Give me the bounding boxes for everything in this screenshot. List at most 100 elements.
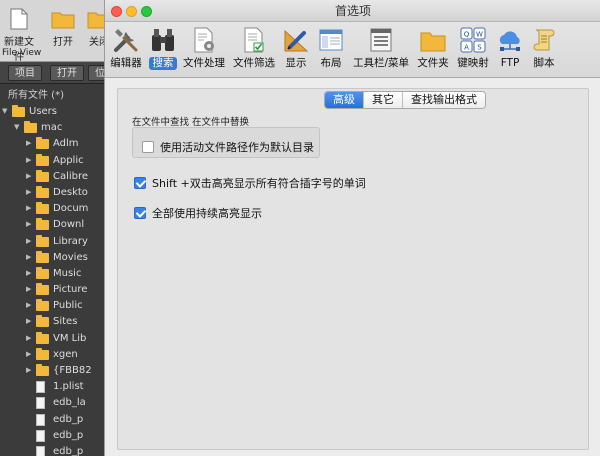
binoculars-icon bbox=[152, 29, 174, 51]
folder-icon bbox=[36, 202, 49, 215]
tree-folder-row[interactable]: ▶ Movies bbox=[0, 250, 118, 266]
tree-item-label: mac bbox=[41, 122, 63, 134]
file-icon bbox=[36, 429, 45, 442]
tree-folder-row[interactable]: ▶ Library bbox=[0, 234, 118, 250]
folder-icon bbox=[36, 153, 49, 166]
tree-item-label: edb_p bbox=[53, 445, 84, 456]
toolbar-item-ftp[interactable]: FTP bbox=[495, 26, 525, 76]
shift-double-click-option[interactable]: Shift +双击高亮显示所有符合插字号的单词 bbox=[134, 175, 366, 191]
disclosure-triangle-icon[interactable]: ▶ bbox=[26, 204, 31, 212]
toolbar-item-file-processing[interactable]: 文件处理 bbox=[181, 26, 227, 76]
file-icon bbox=[36, 445, 45, 456]
toolbar-item-editor[interactable]: 编辑器 bbox=[107, 26, 145, 76]
shift-double-click-checkbox[interactable] bbox=[134, 177, 146, 189]
folder-icon bbox=[36, 331, 49, 344]
toolbar-label-script: 脚本 bbox=[533, 57, 555, 69]
menu-list-icon bbox=[370, 28, 392, 52]
toolbar-item-folders[interactable]: 文件夹 bbox=[415, 26, 451, 76]
tree-folder-row[interactable]: ▶ xgen bbox=[0, 347, 118, 363]
all-files-filter[interactable]: 所有文件 (*) bbox=[0, 88, 118, 104]
tree-folder-row[interactable]: ▶ Public bbox=[0, 298, 118, 314]
use-active-path-checkbox[interactable] bbox=[142, 141, 154, 153]
folder-icon bbox=[36, 283, 49, 296]
disclosure-triangle-icon[interactable]: ▶ bbox=[26, 269, 31, 277]
disclosure-triangle-icon[interactable]: ▼ bbox=[14, 123, 19, 131]
tree-folder-row[interactable]: ▶ Downl bbox=[0, 217, 118, 233]
toolbar-item-search[interactable]: 搜索 bbox=[149, 26, 177, 76]
toolbar-label-ftp: FTP bbox=[500, 57, 520, 69]
tree-file-row[interactable]: 1.plist bbox=[0, 379, 118, 395]
disclosure-triangle-icon[interactable]: ▼ bbox=[2, 107, 7, 115]
disclosure-triangle-icon[interactable]: ▶ bbox=[26, 253, 31, 261]
open-folder-icon bbox=[51, 12, 75, 29]
title-bar: 首选项 bbox=[105, 0, 600, 22]
disclosure-triangle-icon[interactable]: ▶ bbox=[26, 366, 31, 374]
disclosure-triangle-icon[interactable]: ▶ bbox=[26, 301, 31, 309]
disclosure-triangle-icon[interactable]: ▶ bbox=[26, 220, 31, 228]
disclosure-triangle-icon[interactable]: ▶ bbox=[26, 139, 31, 147]
tree-folder-row[interactable]: ▶ Music bbox=[0, 266, 118, 282]
svg-text:W: W bbox=[476, 31, 483, 39]
tree-folder-row[interactable]: ▶ Applic bbox=[0, 153, 118, 169]
toolbar-label-editor: 编辑器 bbox=[110, 57, 142, 69]
search-preferences-panel: 高级 其它 查找输出格式 在文件中查找 在文件中替换 使用活动文件路径作为默认目… bbox=[117, 88, 589, 450]
tree-folder-row[interactable]: ▶ Calibre bbox=[0, 169, 118, 185]
persistent-highlight-checkbox[interactable] bbox=[134, 207, 146, 219]
tree-file-row[interactable]: edb_la bbox=[0, 395, 118, 411]
svg-text:A: A bbox=[464, 44, 469, 52]
tree-file-row[interactable]: edb_p bbox=[0, 412, 118, 428]
tree-folder-row[interactable]: ▶ VM Lib bbox=[0, 331, 118, 347]
segment-advanced[interactable]: 高级 bbox=[325, 92, 363, 108]
tab-open[interactable]: 打开 bbox=[50, 65, 84, 81]
tree-folder-row[interactable]: ▼ Users bbox=[0, 104, 118, 120]
tree-folder-row[interactable]: ▶ {FBB82 bbox=[0, 363, 118, 379]
disclosure-triangle-icon[interactable]: ▶ bbox=[26, 350, 31, 358]
tree-file-row[interactable]: edb_p bbox=[0, 428, 118, 444]
tree-folder-row[interactable]: ▶ Picture bbox=[0, 282, 118, 298]
tree-file-row[interactable]: edb_p bbox=[0, 444, 118, 456]
disclosure-triangle-icon[interactable]: ▶ bbox=[26, 156, 31, 164]
disclosure-triangle-icon[interactable]: ▶ bbox=[26, 334, 31, 342]
svg-text:S: S bbox=[477, 44, 482, 52]
disclosure-triangle-icon[interactable]: ▶ bbox=[26, 317, 31, 325]
tree-folder-row[interactable]: ▼ mac bbox=[0, 120, 118, 136]
tree-item-label: Deskto bbox=[53, 186, 88, 198]
tree-item-label: edb_p bbox=[53, 413, 84, 425]
tree-folder-row[interactable]: ▶ Deskto bbox=[0, 185, 118, 201]
tree-folder-row[interactable]: ▶ Docum bbox=[0, 201, 118, 217]
toolbar-item-keymap[interactable]: Q W A S 键映射 bbox=[455, 26, 491, 76]
tree-item-label: {FBB82 bbox=[53, 365, 92, 376]
tree-folder-row[interactable]: ▶ Adlm bbox=[0, 136, 118, 152]
segment-search-output-format[interactable]: 查找输出格式 bbox=[402, 92, 485, 108]
folder-icon bbox=[36, 137, 49, 150]
disclosure-triangle-icon[interactable]: ▶ bbox=[26, 172, 31, 180]
use-active-path-option[interactable]: 使用活动文件路径作为默认目录 bbox=[142, 139, 314, 155]
toolbar-item-layout[interactable]: 布局 bbox=[315, 26, 347, 76]
file-icon bbox=[36, 381, 45, 394]
tree-folder-row[interactable]: ▶ Sites bbox=[0, 314, 118, 330]
disclosure-triangle-icon[interactable]: ▶ bbox=[26, 285, 31, 293]
toolbar-label-folders: 文件夹 bbox=[417, 57, 449, 69]
open-button[interactable]: 打开 bbox=[46, 8, 80, 48]
tree-item-label: Adlm bbox=[53, 138, 79, 150]
toolbar-label-keymap: 键映射 bbox=[457, 57, 489, 69]
tab-project[interactable]: 项目 bbox=[8, 65, 42, 81]
disclosure-triangle-icon[interactable]: ▶ bbox=[26, 237, 31, 245]
toolbar-item-file-filter[interactable]: 文件筛选 bbox=[231, 26, 277, 76]
segment-other[interactable]: 其它 bbox=[363, 92, 402, 108]
disclosure-triangle-icon[interactable]: ▶ bbox=[26, 188, 31, 196]
persistent-highlight-option[interactable]: 全部使用持续高亮显示 bbox=[134, 205, 262, 221]
tree-item-label: Downl bbox=[53, 219, 85, 231]
toolbar-label-search: 搜索 bbox=[149, 57, 177, 70]
toolbar-label-toolbar-menu: 工具栏/菜单 bbox=[352, 57, 410, 69]
tree-item-label: Applic bbox=[53, 154, 84, 166]
tree-item-label: Sites bbox=[53, 316, 78, 328]
toolbar-item-toolbar-menu[interactable]: 工具栏/菜单 bbox=[351, 26, 411, 76]
pen-ruler-icon bbox=[284, 29, 309, 52]
tools-icon bbox=[114, 29, 138, 52]
section-label: 在文件中查找 在文件中替换 bbox=[132, 117, 250, 128]
file-tree: ▼ Users ▼ mac ▶ Adlm ▶ Applic ▶ Calibre ▶ Deskto ▶ Do… bbox=[0, 104, 118, 456]
toolbar-item-display[interactable]: 显示 bbox=[281, 26, 311, 76]
cloud-network-icon bbox=[499, 31, 520, 51]
toolbar-item-script[interactable]: 脚本 bbox=[529, 26, 559, 76]
